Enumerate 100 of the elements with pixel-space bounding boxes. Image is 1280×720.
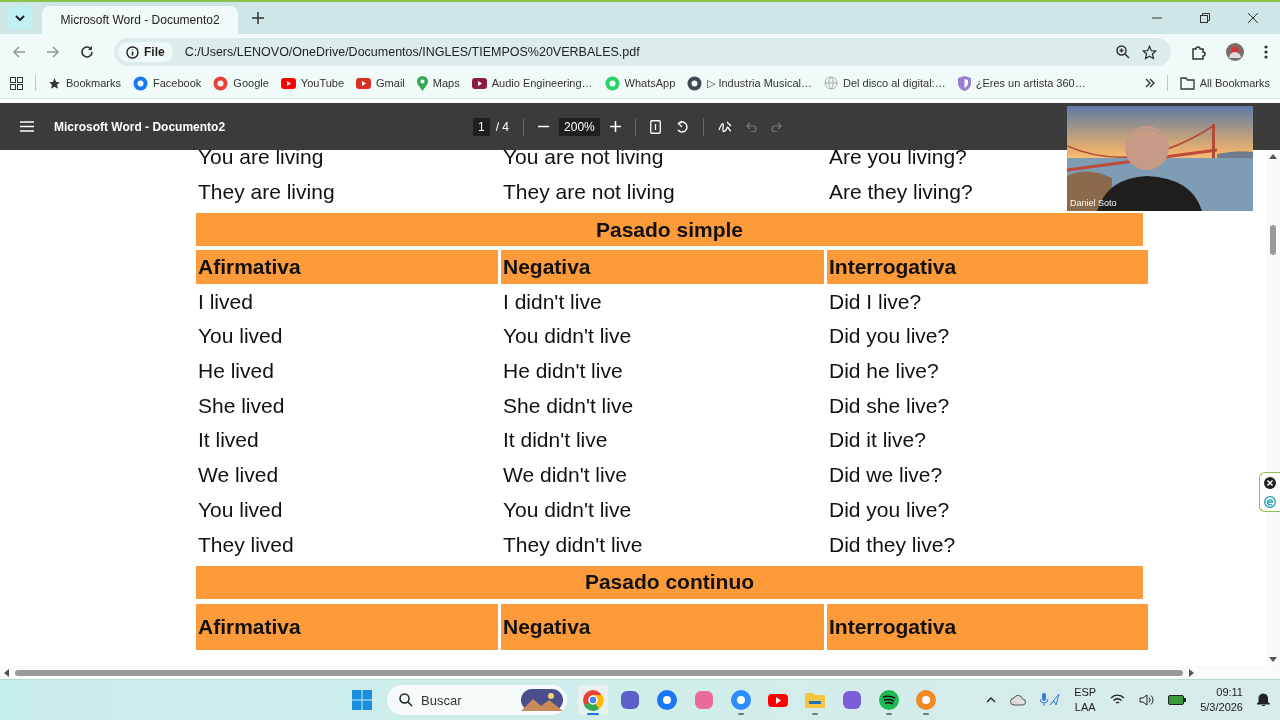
table-cell-text: Did you live? xyxy=(828,323,950,350)
bookmark-item[interactable]: Bookmarks xyxy=(48,76,122,90)
zoom-level-field[interactable]: 200% xyxy=(559,117,600,136)
new-tab-icon[interactable] xyxy=(252,12,264,24)
extensions-icon[interactable] xyxy=(1191,44,1206,60)
circle-icon xyxy=(604,75,620,91)
column-header: Afirmativa xyxy=(196,603,498,650)
draw-icon[interactable] xyxy=(717,120,732,133)
microphone-icon[interactable] xyxy=(1040,693,1061,707)
volume-icon[interactable] xyxy=(1139,694,1155,706)
bookmark-item[interactable]: WhatsApp xyxy=(604,75,676,91)
reload-icon[interactable] xyxy=(80,45,94,59)
play-icon xyxy=(471,76,487,90)
section-heading: Pasado simple xyxy=(196,213,1143,247)
bookmark-item[interactable]: Del disco al digital:… xyxy=(823,76,946,90)
play-icon xyxy=(356,76,372,90)
table-cell-text: Did you live? xyxy=(828,496,950,523)
page-number-field[interactable]: 1 xyxy=(473,117,490,136)
restore-icon[interactable] xyxy=(1200,13,1210,23)
table-cell-text: Did I live? xyxy=(828,288,922,315)
chevron-down-icon xyxy=(15,15,25,21)
table-cell-text: Did they live? xyxy=(828,531,956,558)
more-bookmarks-icon[interactable] xyxy=(1144,78,1155,88)
table-cell-text: You didn't live xyxy=(502,496,632,523)
bookmark-item[interactable]: ¿Eres un artista 360… xyxy=(957,75,1086,91)
e-logo-icon[interactable] xyxy=(1264,495,1276,508)
scrollbar-thumb[interactable] xyxy=(15,669,1183,676)
table-cell-text: I lived xyxy=(197,288,253,315)
bookmark-item[interactable]: Facebook xyxy=(133,75,202,91)
redo-icon[interactable] xyxy=(770,121,782,132)
all-bookmarks-button[interactable]: All Bookmarks xyxy=(1179,76,1270,90)
table-cell-text: I didn't live xyxy=(502,288,602,315)
table-cell-text: You didn't live xyxy=(502,323,632,350)
column-header: Interrogativa xyxy=(827,603,1148,650)
bookmark-item[interactable]: Maps xyxy=(416,75,460,91)
close-icon[interactable] xyxy=(1248,13,1258,23)
url-text: C:/Users/LENOVO/OneDrive/Documentos/INGLES/TIEMPOS%20VERBALES.pdf xyxy=(184,45,640,59)
bookmark-item[interactable]: Audio Engineering… xyxy=(471,76,593,90)
document-title: Microsoft Word - Documento2 xyxy=(54,119,226,134)
clock[interactable]: 09:11 5/3/2026 xyxy=(1200,685,1243,715)
zoom-in-icon[interactable] xyxy=(609,121,621,132)
table-cell-text: We lived xyxy=(197,462,279,489)
table-cell-text: Are they living? xyxy=(828,179,973,206)
column-header: Afirmativa xyxy=(196,250,498,285)
table-cell-text: You lived xyxy=(197,323,283,350)
profile-avatar-icon[interactable] xyxy=(1226,43,1244,61)
folder-icon xyxy=(1179,76,1195,90)
table-cell-text: Did she live? xyxy=(828,392,950,419)
table-cell-text: They are not living xyxy=(502,179,675,206)
bookmark-item[interactable]: ▷ Industria Musical… xyxy=(687,75,812,91)
scroll-left-icon[interactable] xyxy=(4,668,9,677)
undo-icon[interactable] xyxy=(745,121,757,132)
tab-search-button[interactable] xyxy=(8,6,32,30)
bookmark-item[interactable]: YouTube xyxy=(280,76,345,90)
horizontal-scrollbar[interactable] xyxy=(0,666,1280,679)
back-icon[interactable] xyxy=(12,45,26,59)
scroll-up-icon[interactable] xyxy=(1269,154,1277,159)
star-icon xyxy=(48,76,61,90)
table-cell-text: Did we live? xyxy=(828,462,943,489)
play-icon xyxy=(280,76,296,90)
widget-icon[interactable] xyxy=(521,689,563,711)
scroll-right-icon[interactable] xyxy=(1189,668,1194,677)
vertical-scrollbar[interactable] xyxy=(1266,150,1280,666)
column-header: Negativa xyxy=(501,603,824,650)
table-cell-text: Did he live? xyxy=(828,358,939,385)
address-bar[interactable]: File C:/Users/LENOVO/OneDrive/Documentos/INGLES/TIEMPOS%20VERBALES.pdf xyxy=(114,38,1171,66)
table-cell-text: They are living xyxy=(197,179,335,206)
chevron-up-icon[interactable] xyxy=(986,697,997,703)
site-info-chip[interactable]: File xyxy=(118,42,173,62)
windows-start-icon[interactable] xyxy=(352,690,372,710)
table-cell-text: He lived xyxy=(197,358,274,385)
menu-icon[interactable] xyxy=(1264,45,1268,59)
wifi-icon[interactable] xyxy=(1110,694,1126,706)
table-cell-text: It didn't live xyxy=(502,427,608,454)
bookmark-item[interactable]: Gmail xyxy=(356,76,405,90)
bookmark-item[interactable]: Google xyxy=(213,75,269,91)
scroll-down-icon[interactable] xyxy=(1269,657,1277,662)
bookmark-star-icon[interactable] xyxy=(1142,44,1157,60)
battery-icon[interactable] xyxy=(1168,695,1187,705)
extension-widget[interactable] xyxy=(1259,472,1280,512)
table-cell-text: She lived xyxy=(197,392,285,419)
table-cell-text: We didn't live xyxy=(502,462,627,489)
browser-tab[interactable]: Microsoft Word - Documento2 xyxy=(42,6,238,34)
cloud-icon[interactable] xyxy=(1010,694,1027,706)
fit-page-icon[interactable] xyxy=(649,119,661,134)
input-language-button[interactable]: ESP LAA xyxy=(1074,685,1097,715)
forward-icon[interactable] xyxy=(46,45,60,59)
close-icon[interactable] xyxy=(1264,476,1276,489)
notification-bell-icon[interactable] xyxy=(1257,693,1270,707)
column-header: Interrogativa xyxy=(827,250,1148,285)
apps-grid-icon[interactable] xyxy=(10,76,23,90)
table-cell-text: Did it live? xyxy=(828,427,926,454)
zoom-icon[interactable] xyxy=(1116,45,1130,59)
menu-icon[interactable] xyxy=(20,121,34,132)
participant-name: Daniel Soto xyxy=(1070,198,1117,208)
page-count: / 4 xyxy=(495,119,510,134)
shield-icon xyxy=(957,75,971,91)
info-icon xyxy=(126,45,139,59)
column-header: Negativa xyxy=(501,250,824,285)
scrollbar-thumb[interactable] xyxy=(1270,225,1276,255)
